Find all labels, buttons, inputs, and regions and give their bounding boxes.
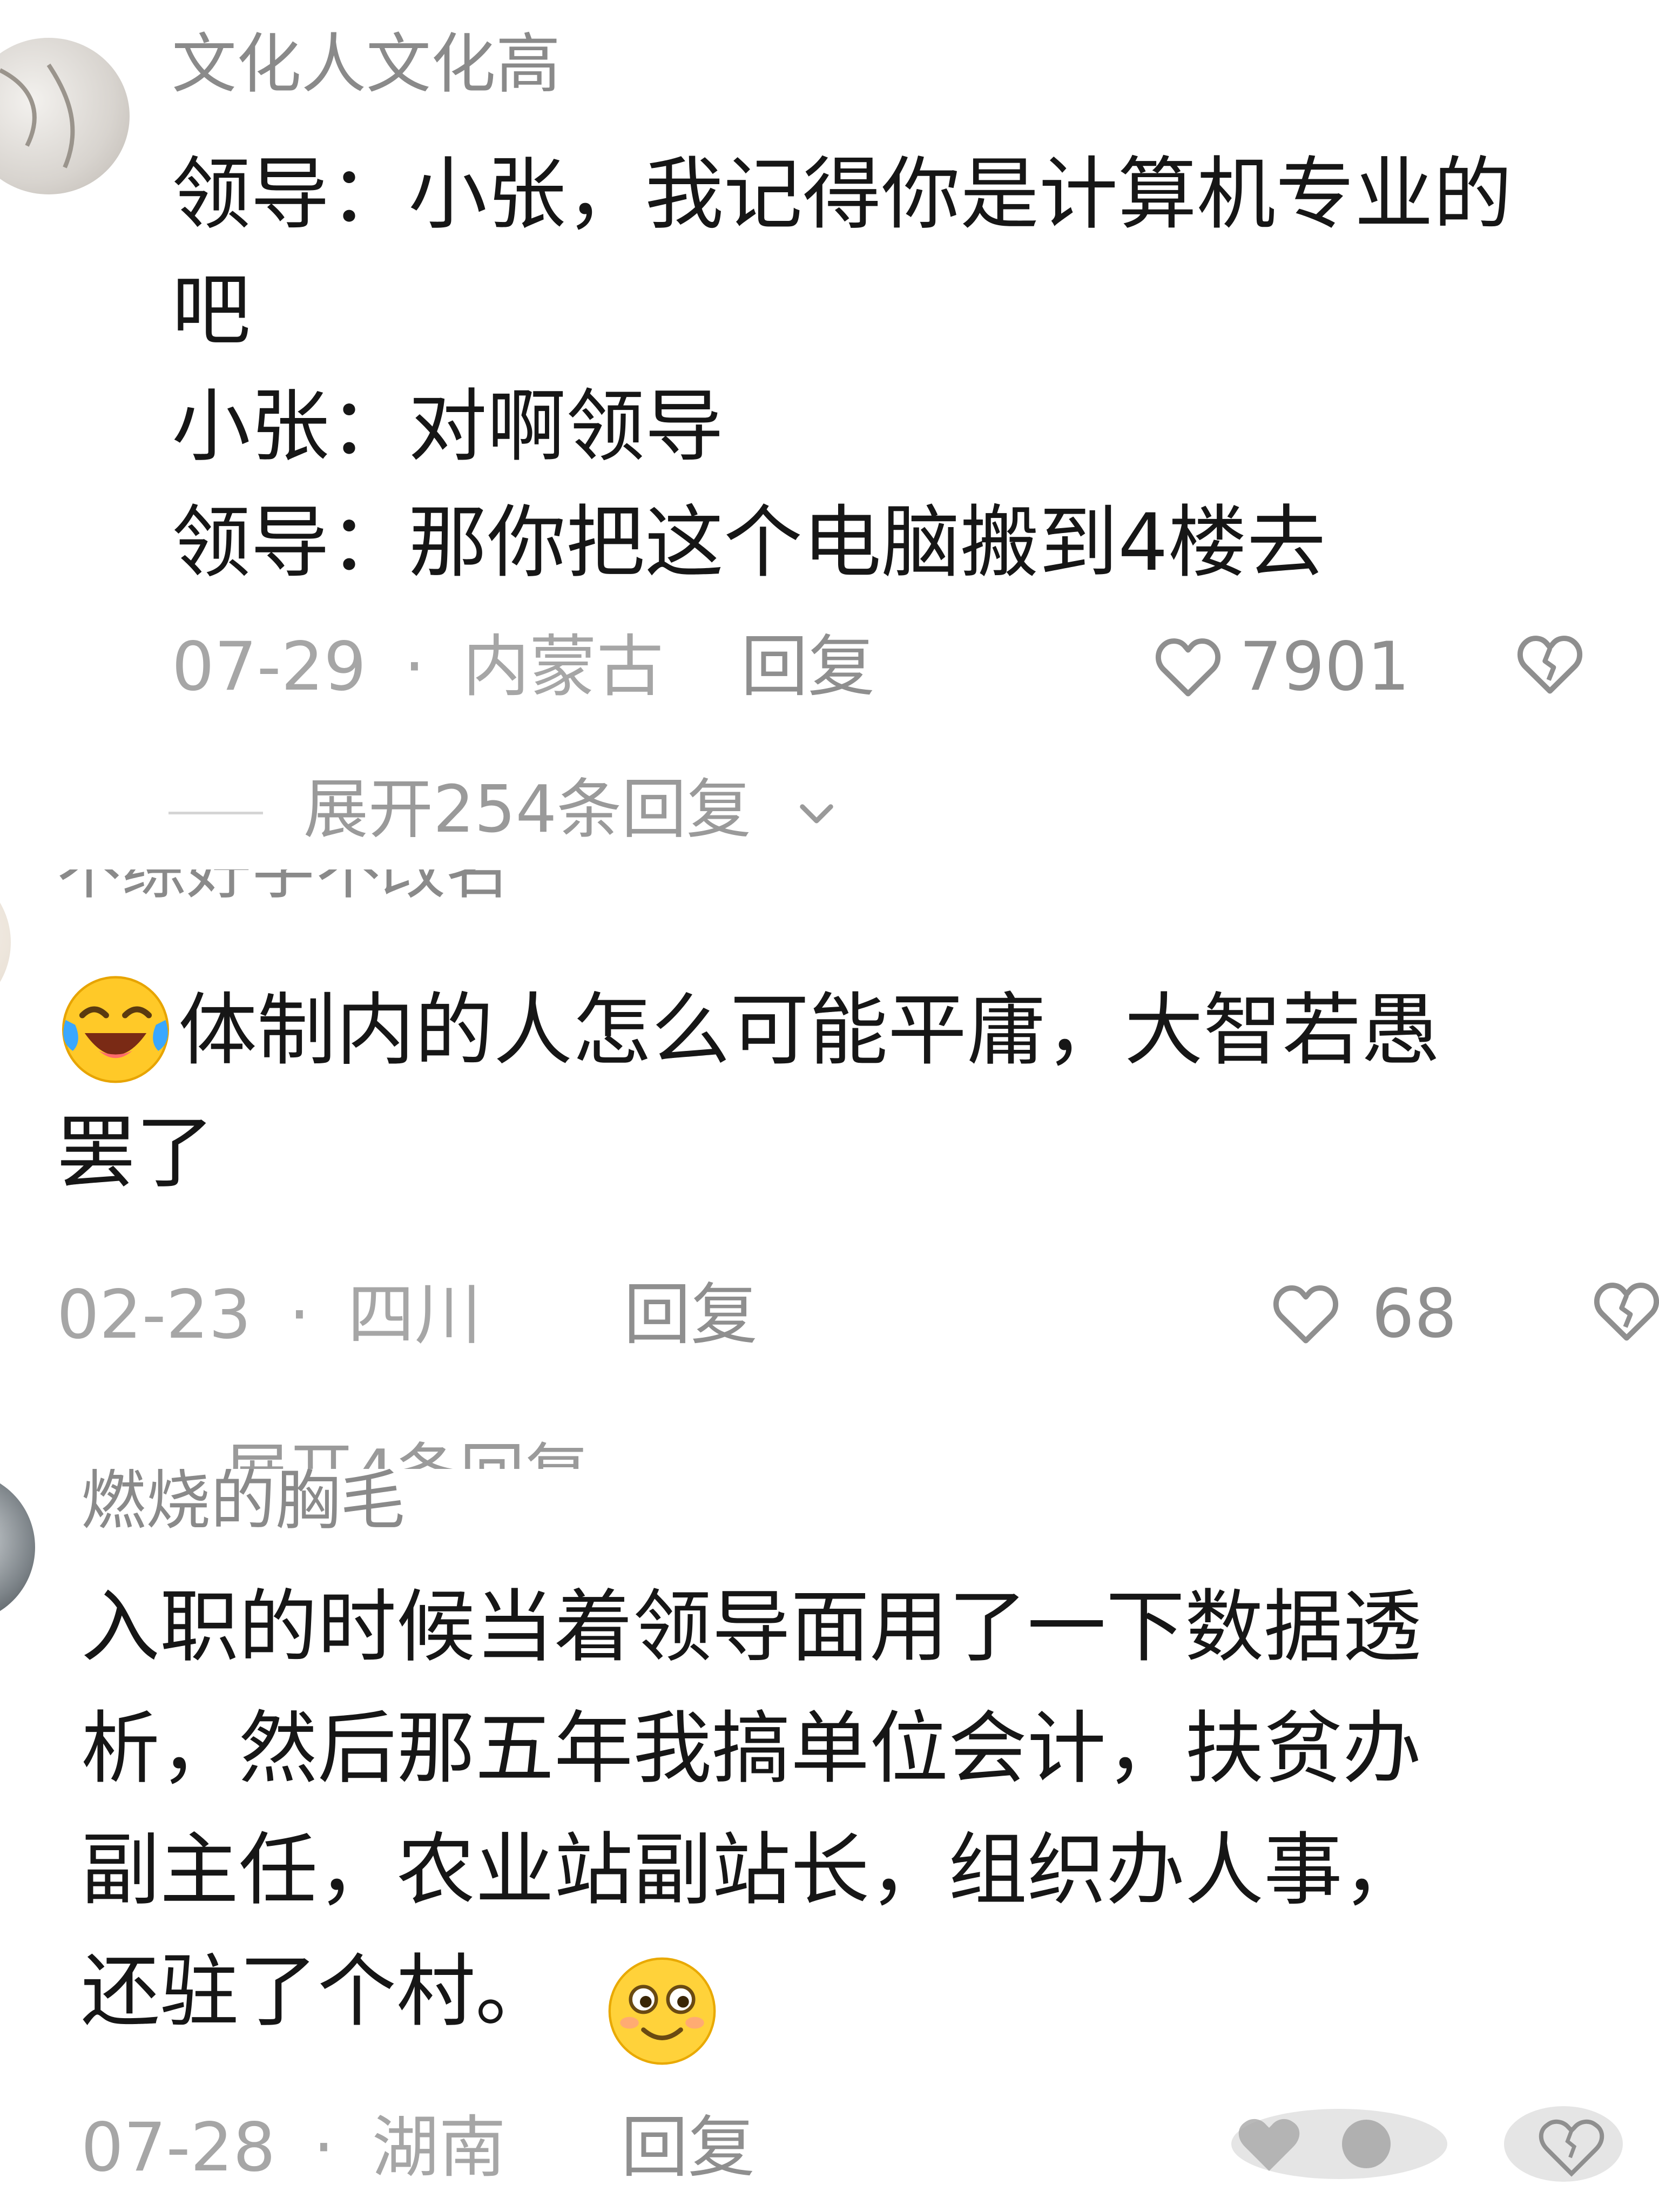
comment-2: 不练好字不改名 体制内的人怎么可能平庸，大智若愚 罢了 02-23 · 四川 回… [0,869,1659,1469]
comment-3: 燃烧的胸毛 入职的时候当着领导面用了一下数据透 析，然后那五年我搞单位会计，扶贫… [0,1469,1659,2212]
comment-text-line: 领导：那你把这个电脑搬到4楼去 [172,497,1326,589]
laughing-crying-emoji [56,968,175,1087]
like-button[interactable] [1226,2103,1453,2184]
avatar[interactable] [0,869,11,1021]
like-count: 68 [1372,1275,1457,1353]
expand-replies-button[interactable]: 展开4条回复 [224,1439,589,1469]
dislike-button[interactable] [1501,2101,1626,2187]
comment-username[interactable]: 不练好字不改名 [57,869,510,903]
comment-text-line: 入职的时候当着领导面用了一下数据透 [81,1581,1421,1673]
smiling-emoji [604,1953,720,2069]
comment-location: 内蒙古 [462,628,664,706]
comment-text-line: 副主任，农业站副站长，组织办人事， [81,1824,1421,1916]
heart-outline-icon [1155,638,1221,697]
comment-date: 07-29 [172,628,367,706]
comment-username[interactable]: 燃烧的胸毛 [81,1469,405,1534]
comment-meta: 07-28 · 湖南 [81,2113,506,2183]
dislike-button[interactable] [1589,1273,1659,1349]
like-count: 7901 [1239,628,1410,706]
expand-replies-label: 展开4条回复 [224,1437,589,1469]
broken-heart-icon [1517,636,1583,694]
reply-button[interactable]: 回复 [741,632,875,702]
expand-divider [168,812,263,814]
comment-date: 07-28 [81,2109,276,2187]
comment-text-line: 小张：对啊领导 [172,381,724,473]
reply-button[interactable]: 回复 [624,1280,758,1350]
broken-heart-icon [1594,1283,1659,1341]
broken-heart-icon [1504,2106,1623,2182]
meta-separator: · [288,1276,311,1354]
comment-meta: 02-23 · 四川 [57,1280,482,1350]
comment-location: 四川 [347,1276,482,1354]
avatar[interactable] [0,1472,35,1623]
comment-meta: 07-29 · 内蒙古 [172,632,664,702]
heart-outline-icon [1273,1285,1339,1344]
meta-separator: · [403,628,426,706]
dislike-button[interactable] [1512,626,1588,702]
comment-text-line: 罢了 [57,1107,214,1199]
comment-text-line: 析，然后那五年我搞单位会计，扶贫办 [81,1703,1421,1795]
comment-text-line: 体制内的人怎么可能平庸，大智若愚 [178,984,1440,1076]
meta-separator: · [313,2109,335,2187]
reply-button[interactable]: 回复 [621,2113,755,2183]
comment-text-line: 领导：小张，我记得你是计算机专业的 [172,149,1512,240]
expand-replies-button[interactable]: 展开254条回复 [304,772,833,847]
avatar[interactable] [0,38,130,194]
comment-text-line: 吧 [172,265,251,356]
heart-outline-icon [1231,2109,1447,2179]
chevron-down-icon [800,804,833,824]
comment-date: 02-23 [57,1276,252,1354]
comment-1: 文化人文化高 领导：小张，我记得你是计算机专业的 吧 小张：对啊领导 领导：那你… [0,0,1659,869]
expand-replies-label: 展开254条回复 [304,772,752,847]
comment-text-line: 还驻了个村。 [81,1946,554,2038]
comment-username[interactable]: 文化人文化高 [172,32,561,97]
comment-location: 湖南 [372,2109,506,2187]
avatar-pattern-icon [0,63,75,168]
